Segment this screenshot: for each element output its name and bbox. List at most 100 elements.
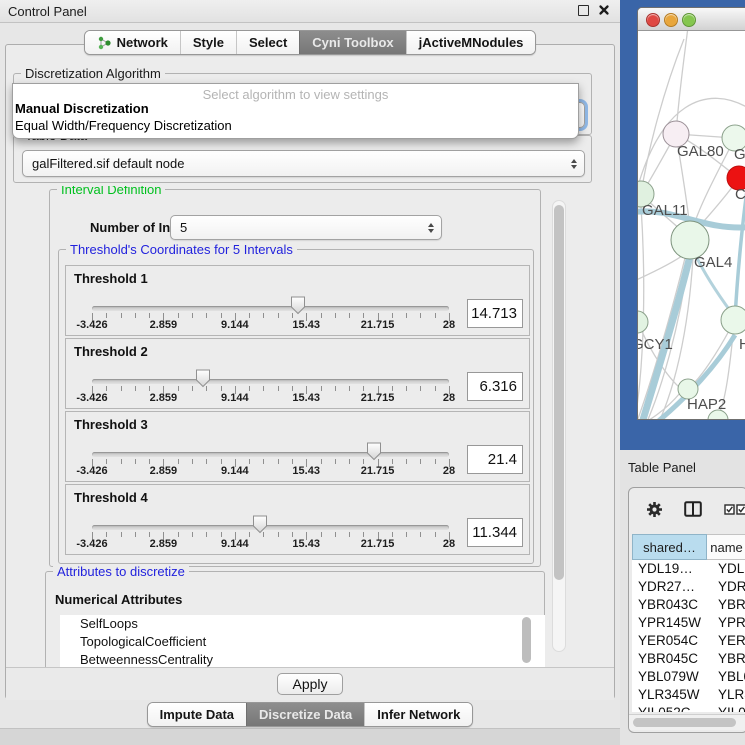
tick-label: 15.43 [292,538,320,550]
table-data-combo[interactable]: galFiltered.sif default node [22,150,585,177]
threshold-panel-1: Threshold 1-3.4262.8599.14415.4321.71528… [65,265,530,336]
algorithm-option-manual-discretization[interactable]: Manual Discretization [15,101,149,116]
slider-thumb[interactable] [252,515,268,539]
tick-mark [106,313,107,318]
tick-label: -3.426 [76,538,107,550]
split-table-icon[interactable] [684,501,702,517]
tick-mark [278,386,279,391]
tick-mark [106,532,107,537]
slider-ticks [92,459,449,468]
threshold-label: Threshold 2 [74,344,148,359]
zoom-button[interactable] [682,13,696,27]
tick-mark [420,313,421,318]
tick-mark [335,459,336,464]
scrollbar-thumb[interactable] [554,205,564,580]
column-header-shared[interactable]: shared… [632,534,707,560]
tab-cyni-toolbox[interactable]: Cyni Toolbox [299,31,405,54]
tick-mark [292,459,293,464]
attribute-item-betweennesscentrality[interactable]: BetweennessCentrality [60,651,545,667]
threshold-label: Threshold 3 [74,417,148,432]
network-edge[interactable] [694,329,730,383]
checkbox-checked-icon[interactable] [736,504,745,515]
table-row[interactable]: YBR043CYBR0 [632,596,745,614]
slider-thumb[interactable] [195,369,211,393]
threshold-value-box[interactable]: 11.344 [467,518,523,547]
slider-track [92,306,449,311]
close-button[interactable] [646,13,660,27]
threshold-value-box[interactable]: 14.713 [467,299,523,328]
tick-label: 9.144 [221,538,249,550]
network-icon [97,36,112,50]
threshold-value-box[interactable]: 6.316 [467,372,523,401]
apply-button[interactable]: Apply [277,673,343,695]
table-row[interactable]: YER054CYER0 [632,632,745,650]
combo-arrows-icon [428,223,434,233]
tick-label: -3.426 [76,392,107,404]
tick-label: 28 [443,392,455,404]
tab-jactivemnodules[interactable]: jActiveMNodules [406,31,536,54]
tick-mark [135,459,136,464]
table-row[interactable]: YPR145WYPR1 [632,614,745,632]
cell-name: YBL0 [707,668,745,686]
tick-label: 15.43 [292,465,320,477]
network-edge[interactable] [638,206,644,413]
table-row[interactable]: YBL079WYBL0 [632,668,745,686]
table-row[interactable]: YBR045CYBR0 [632,650,745,668]
network-node[interactable] [721,306,745,334]
tick-mark [206,532,207,537]
tick-label: 28 [443,319,455,331]
minimize-button[interactable] [664,13,678,27]
network-node[interactable] [638,311,648,333]
checkbox-checked-icon[interactable] [724,504,735,515]
threshold-value-box[interactable]: 21.4 [467,445,523,474]
network-canvas[interactable]: GAL80G.CGAL11GAL4GCY1HHAP2 [638,31,745,420]
bottom-tab-impute-data[interactable]: Impute Data [148,703,246,726]
tick-mark [263,386,264,391]
tick-mark [192,313,193,318]
tab-style[interactable]: Style [180,31,236,54]
num-intervals-combo[interactable]: 5 [170,215,442,240]
scrollbar-thumb[interactable] [633,718,736,727]
table-row[interactable]: YDR27…YDR2 [632,578,745,596]
list-scrollbar[interactable] [522,617,531,663]
slider-thumb[interactable] [290,296,306,320]
network-edge[interactable] [676,31,688,134]
numerical-attributes-label: Numerical Attributes [55,592,182,607]
attributes-groupbox: Attributes to discretize Numerical Attri… [45,571,545,667]
cell-shared-name: YBR045C [632,650,707,668]
tick-label: 21.715 [361,392,395,404]
network-edge[interactable] [638,253,686,281]
gear-icon[interactable] [646,501,663,518]
settings-vertical-scrollbar[interactable] [552,200,566,652]
column-header-name[interactable]: name [707,534,745,560]
tab-label: Select [249,35,287,50]
tick-mark [206,459,207,464]
tick-label: 2.859 [150,538,178,550]
close-icon[interactable] [598,4,610,16]
algorithm-option-equal-width-frequency-discretization[interactable]: Equal Width/Frequency Discretization [15,118,232,133]
network-node-label: C [735,186,745,203]
tick-mark [321,459,322,464]
slider-thumb[interactable] [366,442,382,466]
tab-select[interactable]: Select [236,31,299,54]
table-row[interactable]: YDL19…YDL1 [632,560,745,578]
bottom-tab-infer-network[interactable]: Infer Network [364,703,472,726]
table-horizontal-scrollbar[interactable] [629,714,745,730]
float-window-icon[interactable] [578,5,589,16]
attribute-item-selfloops[interactable]: SelfLoops [60,615,545,633]
attribute-item-topologicalcoefficient[interactable]: TopologicalCoefficient [60,633,545,651]
slider-track [92,379,449,384]
tab-network[interactable]: Network [85,31,180,54]
cell-shared-name: YBR043C [632,596,707,614]
cell-shared-name: YLR345W [632,686,707,704]
tick-mark [349,532,350,537]
table-row[interactable]: YIL052CYIL0 [632,704,745,712]
tick-label: 2.859 [150,319,178,331]
threshold-panel-4: Threshold 4-3.4262.8599.14415.4321.71528… [65,484,530,555]
table-row[interactable]: YLR345WYLR3 [632,686,745,704]
tick-mark [221,313,222,318]
tick-mark [392,532,393,537]
bottom-tab-discretize-data[interactable]: Discretize Data [246,703,364,726]
numerical-attributes-list[interactable]: SelfLoopsTopologicalCoefficientBetweenne… [60,615,545,667]
tick-mark [135,386,136,391]
